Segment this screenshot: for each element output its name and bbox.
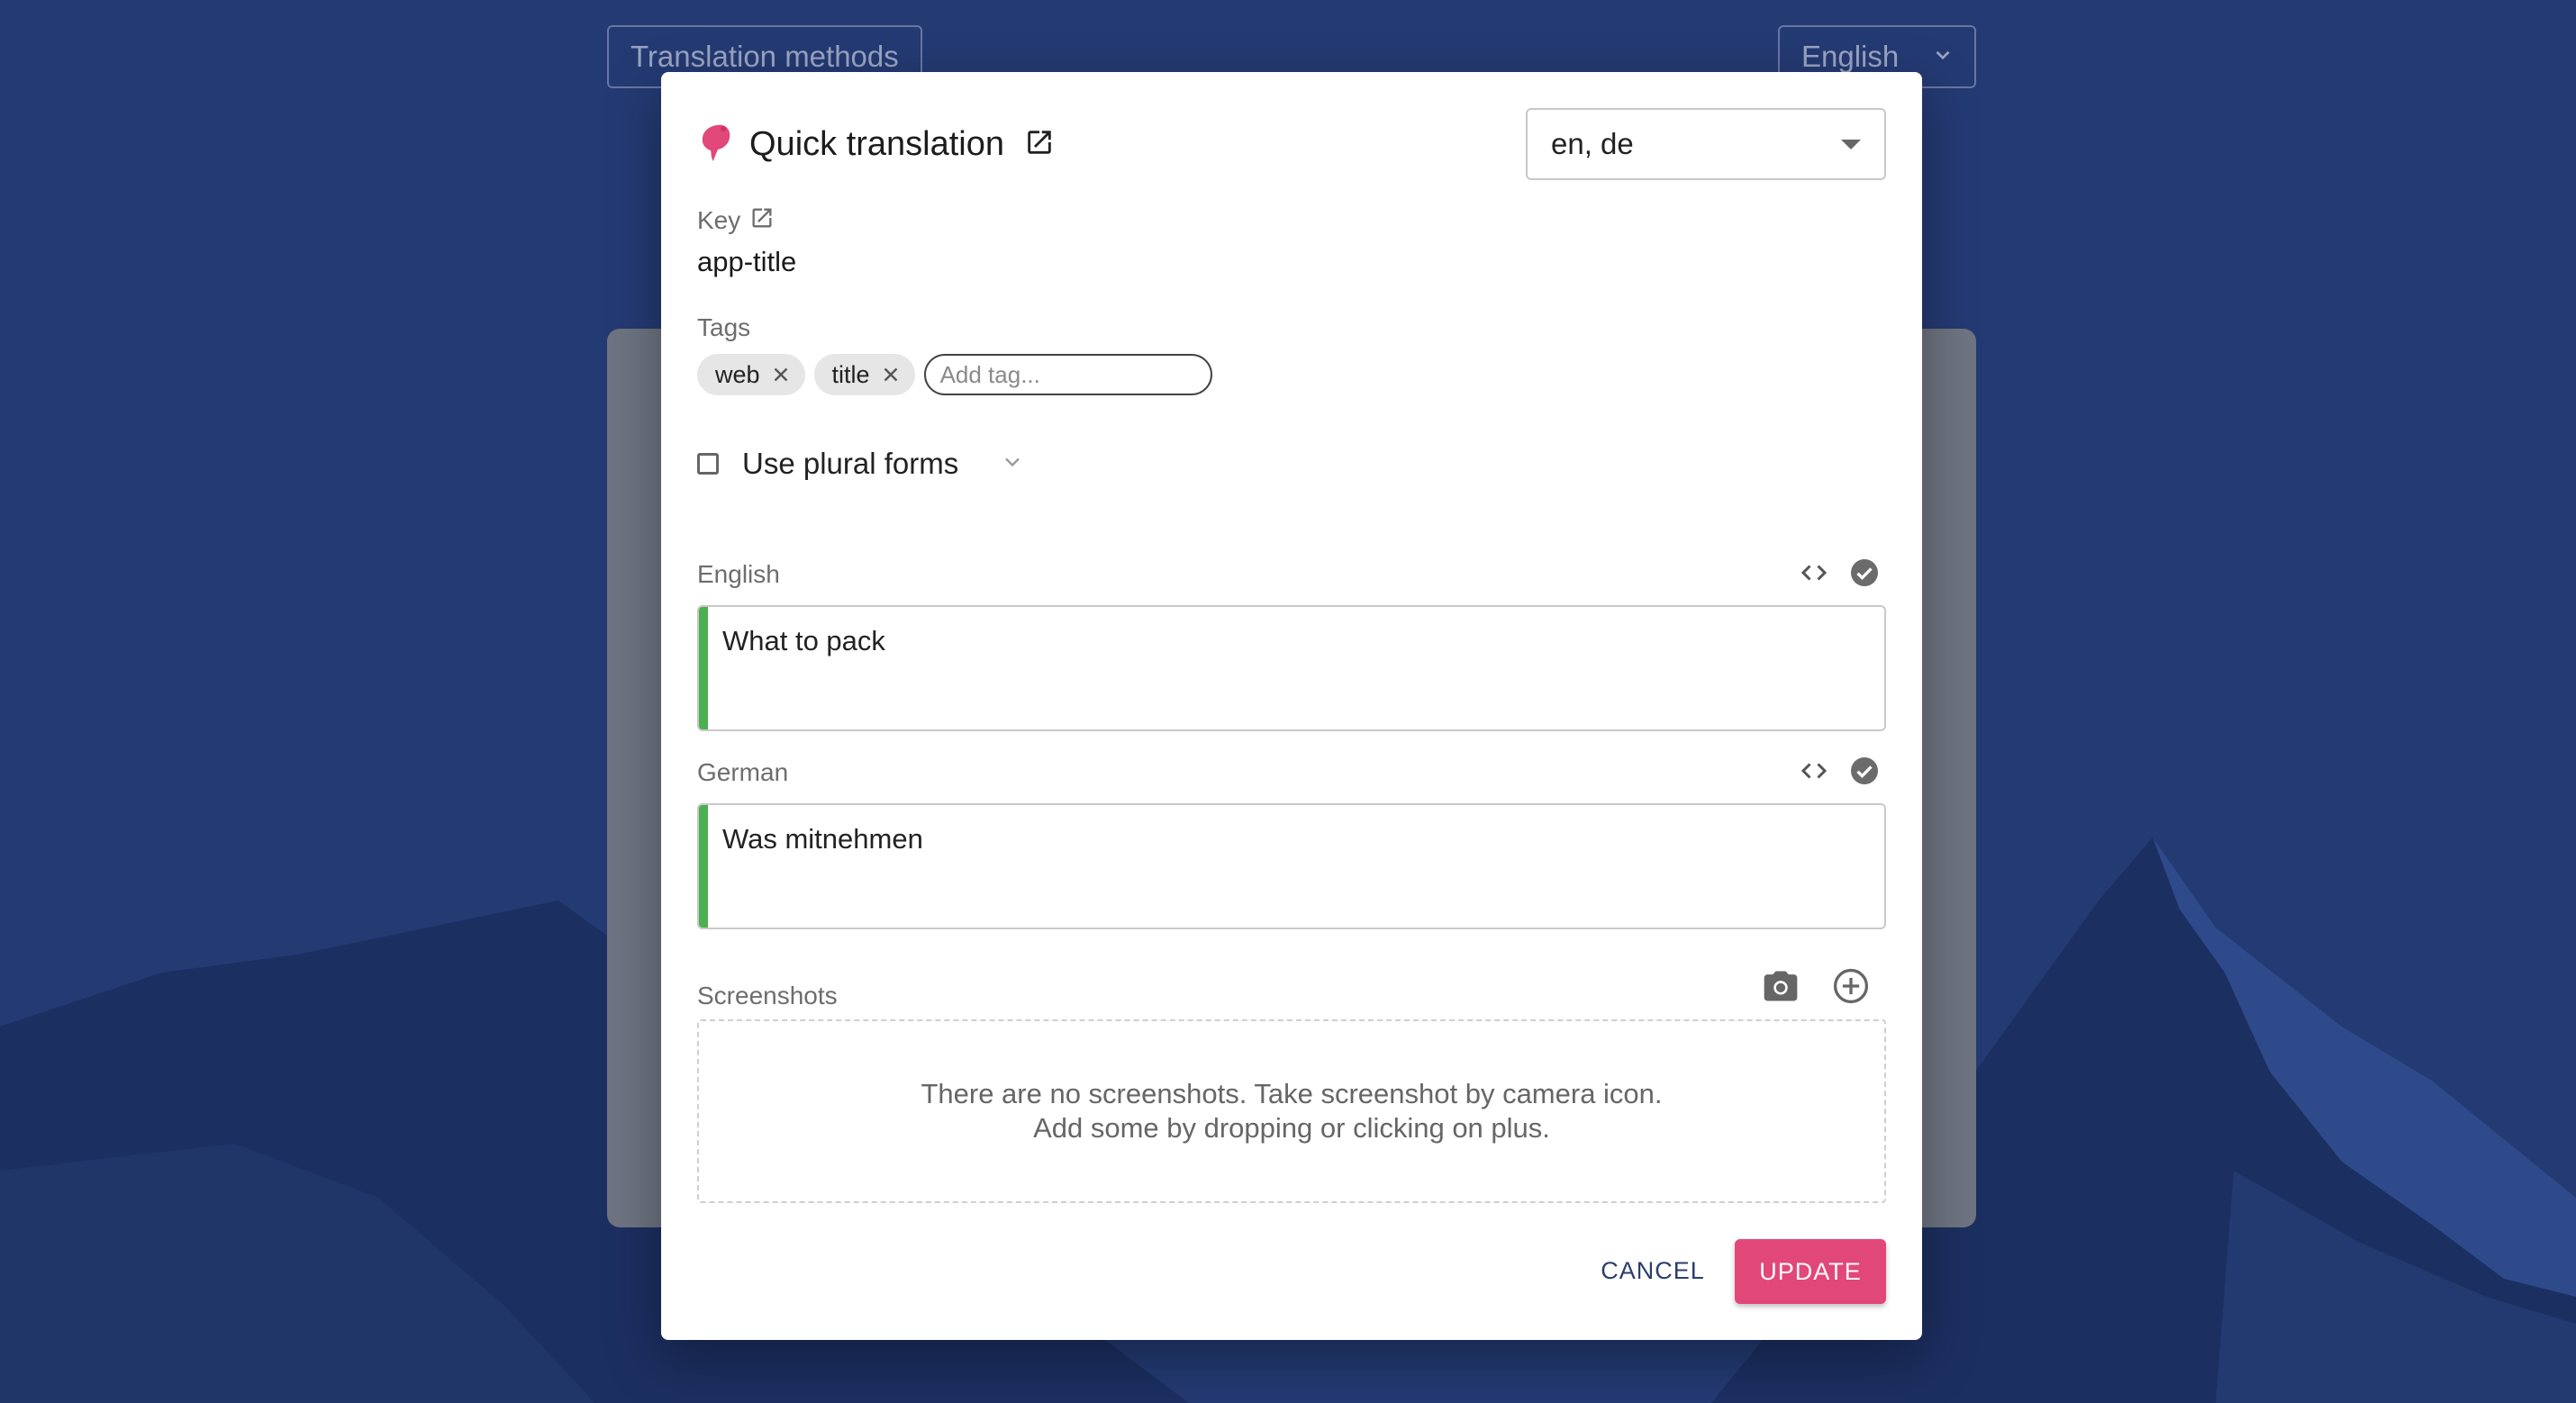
translation-methods-label: Translation methods [630, 40, 899, 73]
code-view-icon[interactable] [1792, 551, 1836, 594]
chevron-down-icon [1931, 40, 1955, 74]
open-external-icon[interactable] [1024, 127, 1055, 162]
plural-forms-label[interactable]: Use plural forms [742, 447, 958, 481]
languages-select-value: en, de [1551, 127, 1634, 160]
tag-chip[interactable]: web [697, 354, 805, 395]
camera-icon[interactable] [1755, 960, 1807, 1012]
screenshots-dropzone[interactable]: There are no screenshots. Take screensho… [697, 1019, 1886, 1203]
translation-state-bar [699, 607, 708, 729]
check-circle-icon[interactable] [1843, 551, 1886, 594]
chevron-down-icon[interactable] [1000, 449, 1025, 479]
remove-tag-icon[interactable] [879, 363, 903, 386]
quick-translation-dialog: Quick translation en, de Key app-title T… [661, 72, 1922, 1340]
dialog-header: Quick translation [699, 117, 1055, 171]
key-label-row: Key [697, 205, 775, 235]
caret-down-icon [1841, 139, 1861, 149]
key-name: app-title [697, 246, 797, 277]
plural-forms-checkbox[interactable] [697, 453, 719, 475]
translation-state-bar [699, 805, 708, 928]
translation-editor-english[interactable]: What to pack [697, 605, 1886, 731]
remove-tag-icon[interactable] [769, 363, 793, 386]
update-button[interactable]: UPDATE [1735, 1239, 1886, 1304]
add-tag-input[interactable] [923, 354, 1212, 395]
translation-text-english[interactable]: What to pack [722, 625, 885, 657]
screenshots-label: Screenshots [697, 982, 838, 1009]
tag-chip-label: web [715, 360, 760, 388]
open-key-icon[interactable] [749, 205, 775, 235]
language-select-value: English [1801, 40, 1900, 73]
language-label-english: English [697, 560, 780, 588]
key-label: Key [697, 205, 741, 234]
language-label-german: German [697, 758, 789, 786]
translation-text-german[interactable]: Was mitnehmen [722, 823, 923, 855]
add-circle-icon[interactable] [1825, 960, 1877, 1012]
dialog-title: Quick translation [749, 124, 1005, 163]
cancel-button[interactable]: CANCEL [1594, 1239, 1711, 1302]
languages-select[interactable]: en, de [1526, 108, 1886, 180]
tag-chip-label: title [831, 360, 870, 388]
tag-chip[interactable]: title [813, 354, 915, 395]
check-circle-icon[interactable] [1843, 749, 1886, 792]
translation-editor-german[interactable]: Was mitnehmen [697, 803, 1886, 929]
screenshots-empty-line1: There are no screenshots. Take screensho… [921, 1078, 1663, 1109]
tags-label: Tags [697, 313, 751, 341]
tags-row: web title [697, 353, 1212, 396]
plural-forms-row: Use plural forms [697, 441, 1025, 486]
tolgee-logo-icon [699, 122, 733, 167]
screenshots-empty-line2: Add some by dropping or clicking on plus… [1033, 1112, 1550, 1144]
code-view-icon[interactable] [1792, 749, 1836, 792]
